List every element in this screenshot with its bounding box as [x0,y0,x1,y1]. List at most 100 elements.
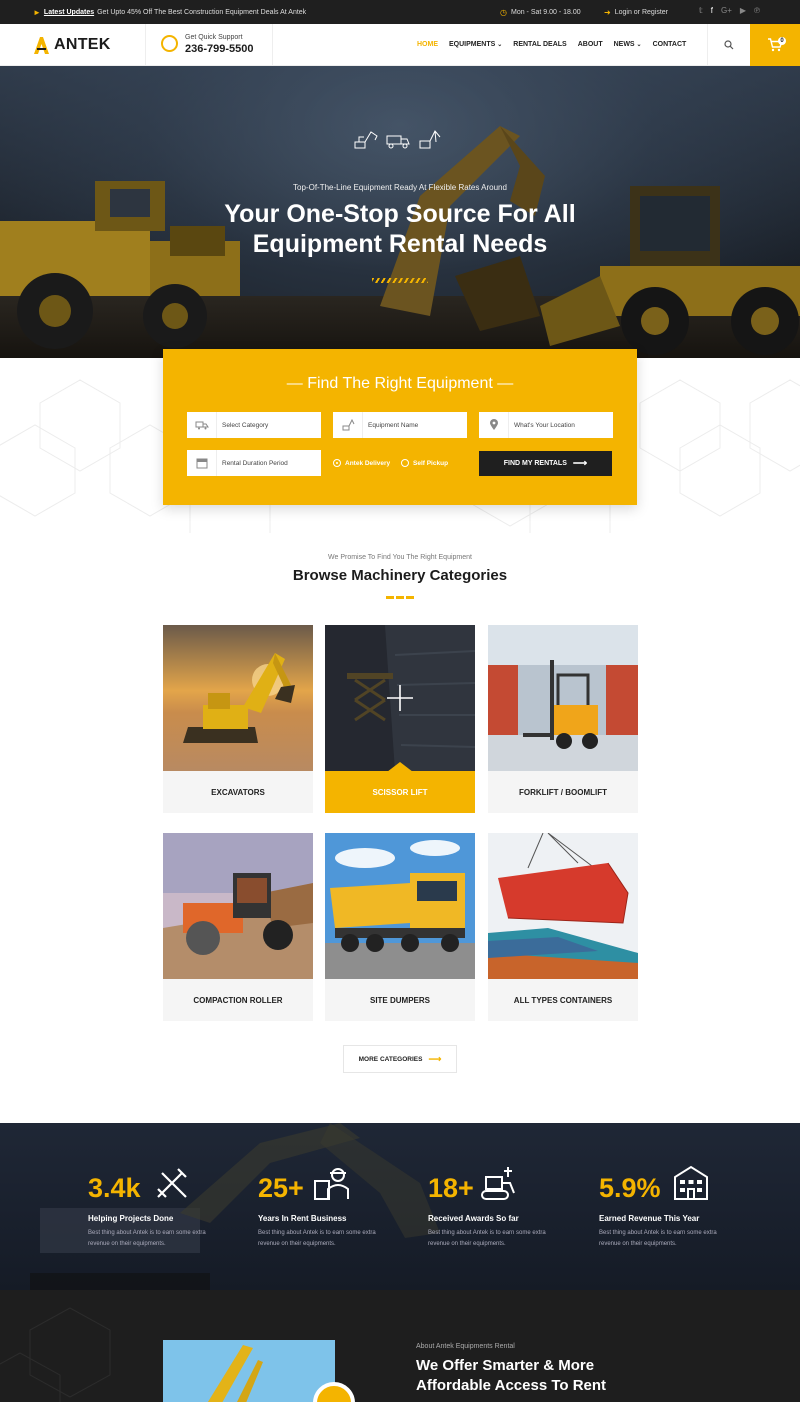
category-card-containers[interactable]: ALL TYPES CONTAINERS [488,833,638,1021]
stat-description: Best thing about Antek is to earn some e… [88,1230,206,1247]
login-icon: ➜ [604,8,611,17]
about-title-line2: Affordable Access To Rent [416,1377,607,1394]
title-ornament: ― [497,375,514,392]
radio-unselected[interactable] [401,459,409,467]
stats-section: 3.4k Helping Projects Done Best thing ab… [0,1123,800,1290]
hero-banner: Top-Of-The-Line Equipment Ready At Flexi… [0,66,800,358]
pickup-option[interactable]: Self Pickup [401,459,448,467]
hero-subtitle: Top-Of-The-Line Equipment Ready At Flexi… [293,183,507,192]
duration-select[interactable]: Rental Duration Period [187,450,321,476]
category-label: COMPACTION ROLLER [193,995,283,1005]
hero-divider [372,278,428,283]
pinterest-icon[interactable]: ℗ [754,6,760,15]
about-title: We Offer Smarter & More Affordable Acces… [416,1356,606,1396]
site-header: ANTEK Get Quick Support 236-799-5500 HOM… [0,24,800,66]
login-text[interactable]: Login or Register [615,9,668,16]
stat-number: 25+ [258,1173,304,1203]
cart-count-badge: 0 [778,37,786,45]
stat-revenue: 5.9% Earned Revenue This Year Best thing… [599,1123,759,1290]
promo-message: Get Upto 45% Off The Best Construction E… [97,9,307,16]
category-card-scissor-lift[interactable]: SCISSOR LIFT [325,625,475,813]
excavator-photo [163,625,313,771]
nav-equipments[interactable]: EQUIPMENTS ⌄ [449,41,502,48]
stat-label: Helping Projects Done [88,1214,174,1223]
quick-support: Get Quick Support 236-799-5500 [145,24,273,66]
containers-photo [488,833,638,979]
stat-number: 5.9% [599,1173,661,1203]
finder-title-text: Find The Right Equipment [307,375,493,392]
finder-title: ― Find The Right Equipment ― [163,375,637,393]
category-label: SITE DUMPERS [369,995,430,1005]
about-subtitle: About Antek Equipments Rental [416,1343,515,1350]
category-card-site-dumpers[interactable]: SITE DUMPERS [325,833,475,1021]
nav-equipments-label: EQUIPMENTS [449,41,496,48]
equipment-placeholder: Equipment Name [368,421,419,429]
nav-home[interactable]: HOME [417,41,438,48]
nav-about[interactable]: ABOUT [578,41,603,48]
chevron-down-icon: ⌄ [497,42,503,48]
find-rentals-label: FIND MY RENTALS [503,460,567,467]
section-divider [386,596,414,599]
promo-text: ► Latest Updates Get Upto 45% Off The Be… [33,8,306,17]
category-card-forklift[interactable]: FORKLIFT / BOOMLIFT [488,625,638,813]
scissor-lift-photo [325,625,475,771]
location-pin-icon [479,412,509,438]
support-phone[interactable]: 236-799-5500 [185,43,254,55]
megaphone-icon: ► [33,8,41,17]
nav-contact[interactable]: CONTACT [653,41,687,48]
hex-pattern-dark [0,1307,111,1402]
cart-button[interactable]: 0 [750,24,800,66]
pickup-label: Self Pickup [413,459,449,467]
social-links: 𝕥 f G+ ▶ ℗ [699,6,760,15]
more-categories-label: MORE CATEGORIES [358,1055,423,1063]
excavator-icon [354,131,378,149]
login-register-link[interactable]: ➜ Login or Register [604,8,668,17]
title-ornament: ― [286,375,303,392]
twitter-icon[interactable]: 𝕥 [699,6,703,15]
category-card-compaction-roller[interactable]: COMPACTION ROLLER [163,833,313,1021]
building-icon [674,1165,708,1200]
category-label: SCISSOR LIFT [325,771,475,813]
about-photo [163,1340,335,1402]
categories-title: Browse Machinery Categories [292,567,508,584]
location-input[interactable]: What's Your Location [479,412,613,438]
equipment-finder: ― Find The Right Equipment ― Select Cate… [163,349,637,505]
categories-subtitle: We Promise To Find You The Right Equipme… [328,554,472,561]
find-rentals-button[interactable]: FIND MY RENTALS ⟶ [479,451,612,476]
category-label: FORKLIFT / BOOMLIFT [519,787,607,797]
forklift-photo [488,625,638,771]
hours-text: Mon - Sat 9.00 - 18.00 [510,9,581,16]
logo-text: ANTEK [54,36,111,53]
more-categories-button[interactable]: MORE CATEGORIES ⟶ [343,1045,457,1073]
hero-title-line1: Your One-Stop Source For All [224,200,576,228]
truck-icon [386,135,410,149]
category-card-excavators[interactable]: EXCAVATORS [163,625,313,813]
hero-title-line2: Equipment Rental Needs [252,230,548,258]
facebook-icon[interactable]: f [711,6,713,15]
google-plus-icon[interactable]: G+ [721,6,732,15]
nav-news-label: NEWS [613,41,635,48]
nav-rental-deals[interactable]: RENTAL DEALS [513,41,566,48]
about-section: About Antek Equipments Rental We Offer S… [0,1290,800,1402]
tools-icon [157,1168,187,1198]
arrow-right-icon: ⟶ [428,1053,442,1064]
compaction-roller-photo [163,833,313,979]
equipment-name-input[interactable]: Equipment Name [333,412,467,438]
youtube-icon[interactable]: ▶ [740,6,746,15]
top-bar: ► Latest Updates Get Upto 45% Off The Be… [0,0,800,24]
delivery-option[interactable]: Antek Delivery [333,459,390,467]
radio-selected[interactable] [333,459,341,467]
stat-description: Best thing about Antek is to earn some e… [258,1230,376,1247]
search-button[interactable] [707,24,750,66]
about-title-line1: We Offer Smarter & More [416,1357,595,1374]
search-icon [724,40,734,50]
nav-news[interactable]: NEWS ⌄ [614,41,642,48]
truck-icon [187,412,217,438]
category-select[interactable]: Select Category [187,412,321,438]
location-placeholder: What's Your Location [514,421,575,429]
clock-icon: ◷ [500,8,507,17]
chevron-down-icon: ⌄ [636,42,642,48]
promo-strong[interactable]: Latest Updates [44,9,94,16]
logo[interactable]: ANTEK [33,35,111,55]
hero-machine-icons [353,128,443,150]
